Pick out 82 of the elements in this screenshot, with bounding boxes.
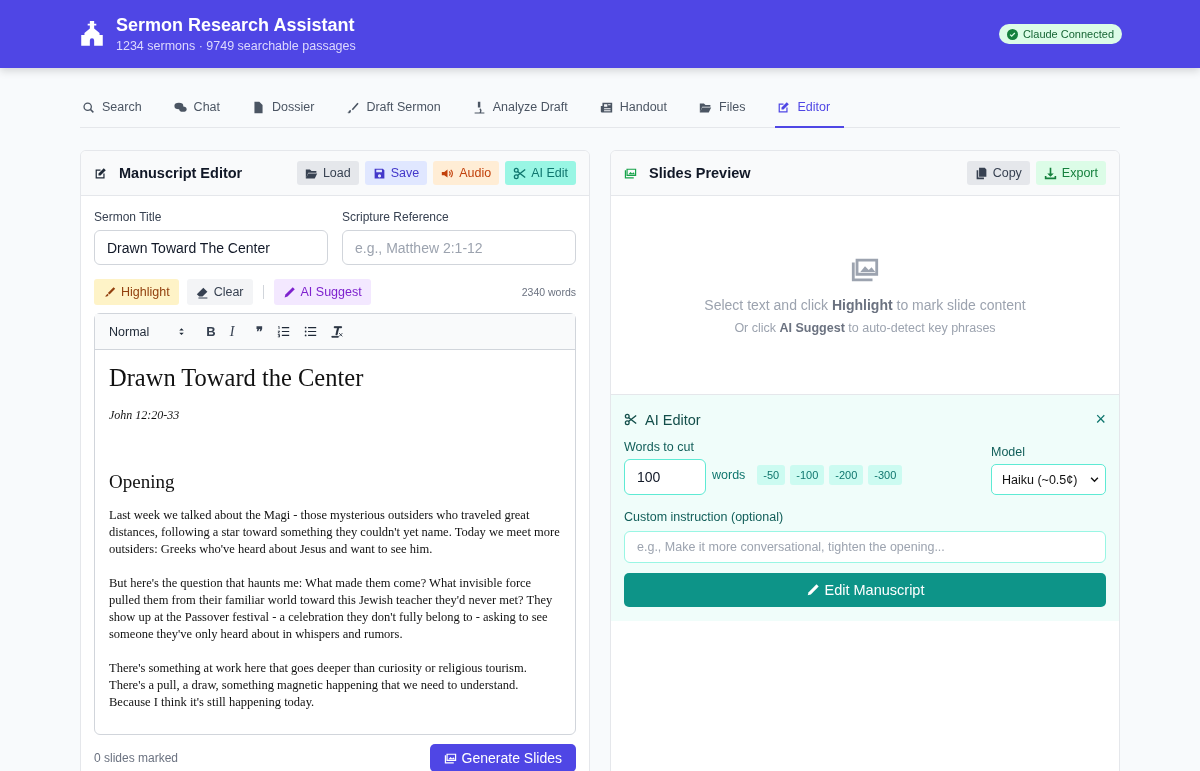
bullet-list-icon [304,325,318,338]
model-dropdown[interactable]: Haiku (~0.5¢) [991,464,1106,495]
nav-tab[interactable]: Draft Sermon [344,88,455,128]
speaker-icon [441,166,455,180]
sermon-paragraph: There's something at work here that goes deeper than curiosity or religious tourism. There's a pull, a draw, something magnetic happening that we need to understand. Because I think it's still happening today. [109,660,528,711]
export-button[interactable]: Export [1035,161,1106,185]
scripture-citation: John 12:20-33 [109,408,181,423]
document-title: Drawn Toward the Center [109,364,365,392]
sermon-title-field[interactable]: Drawn Toward The Center [94,230,328,265]
generate-slides-button[interactable]: Generate Slides [429,744,576,771]
clear-button[interactable]: Clear [186,279,253,305]
app-title: Sermon Research Assistant [116,15,356,36]
bold-button[interactable]: B [206,324,216,339]
highlighter-icon [103,285,116,299]
download-icon [1043,166,1057,180]
empty-state-hint: Or click AI Suggest to auto-detect key phrases [734,321,996,335]
custom-instruction-field[interactable]: e.g., Make it more conversational, tighten the opening... [624,531,1106,563]
copy-button[interactable]: Copy [966,161,1030,185]
quote-button[interactable]: ❞ [256,324,264,339]
words-to-cut-field[interactable]: 100 [624,459,706,495]
field-label: Scripture Reference [342,210,450,224]
scripture-reference-field[interactable]: e.g., Matthew 2:1-12 [342,230,576,265]
scissors-icon [513,166,527,180]
slides-marked-count: 0 slides marked [94,751,179,765]
field-label: Model [991,445,1027,459]
section-heading: Opening [109,471,176,493]
panel-title: Manuscript Editor [119,165,243,181]
check-circle-icon [1006,28,1018,40]
church-icon [78,20,106,48]
pencil-icon [282,285,296,299]
sermon-paragraph: Last week we talked about the Magi - those mysterious outsiders who traveled great distances, following a star toward something they couldn't yet name. Today we meet more outsiders: Greeks who've heard about Jesus and want to see him. [109,507,561,558]
audio-button[interactable]: Audio [433,161,500,185]
edit-icon [777,100,791,114]
floppy-icon [372,166,386,180]
nav-tab[interactable]: Editor [775,88,845,128]
suggest-button[interactable]: AI Suggest [273,279,371,305]
format-dropdown[interactable]: Normal [109,324,187,339]
folder-icon [699,100,713,114]
highlight-button[interactable]: Highlight [94,279,179,305]
folder-icon [304,166,318,180]
nav-tab[interactable]: Handout [597,88,682,128]
nav-tab[interactable]: Chat [171,88,234,128]
save-button[interactable]: Save [364,161,428,185]
nav-tab[interactable]: Dossier [250,88,329,128]
sermon-paragraph: But here's the question that haunts me: What made them come? What invisible force pulled them from their familiar world toward this Jewish teacher they'd never met? They show up at the Passover festival - a celebration they don't fully belong to - asking to see someone they've only heard about in whispers and rumors. [109,575,554,643]
italic-button[interactable]: I [229,323,235,340]
connection-status-badge: Claude Connected [998,24,1122,44]
brush-icon [346,100,360,114]
chevron-down-icon [1090,475,1099,484]
images-icon [624,166,637,180]
preset-button[interactable]: -50 [757,464,786,485]
eraser-icon [195,285,209,299]
scissors-icon [624,413,637,426]
field-label: Sermon Title [94,210,163,224]
load-button[interactable]: Load [296,161,359,185]
pencil-icon [805,583,820,597]
nav-tab[interactable]: Search [80,88,156,128]
unit-label: words [712,467,746,482]
word-count: 2340 words [521,286,576,298]
copy-icon [974,166,988,180]
close-button[interactable]: × [1095,409,1106,430]
clear-format-icon [331,325,345,338]
field-label: Custom instruction (optional) [624,510,784,524]
app-subtitle: 1234 sermons · 9749 searchable passages [116,39,356,53]
ai-button[interactable]: AI Edit [505,161,576,185]
nav-tab[interactable]: Files [697,88,760,128]
document-icon [252,100,265,114]
ordered-list-icon [277,325,291,338]
edit-icon [94,166,107,180]
section-title: AI Editor [645,411,701,428]
preset-button[interactable]: -300 [868,464,903,485]
field-label: Words to cut [624,440,695,454]
nav-tab[interactable]: Analyze Draft [470,88,582,128]
panel-title: Slides Preview [649,165,751,181]
preset-button[interactable]: -100 [790,464,825,485]
empty-state-message: Select text and click Highlight to mark slide content [704,297,1026,313]
newspaper-icon [599,100,613,114]
edit-manuscript-button[interactable]: Edit Manuscript [624,573,1106,607]
preset-button[interactable]: -200 [829,464,864,485]
search-icon [82,100,95,114]
images-icon [443,751,457,765]
chat-icon [173,100,187,114]
